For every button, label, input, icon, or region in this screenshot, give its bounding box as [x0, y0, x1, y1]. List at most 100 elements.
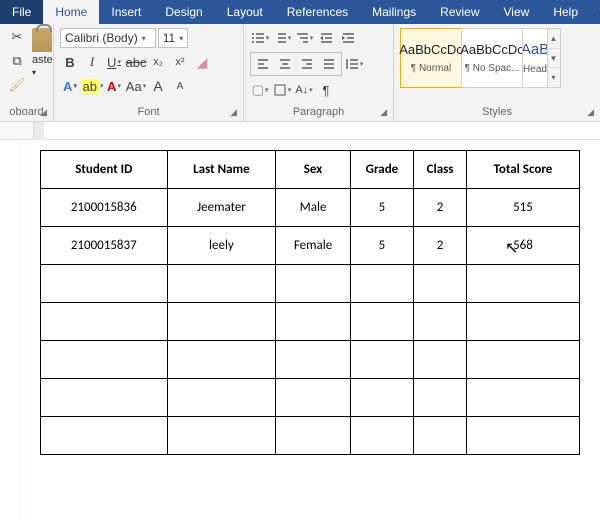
- bold-button[interactable]: B: [60, 52, 80, 72]
- change-case-button[interactable]: Aa: [126, 76, 146, 96]
- table-cell[interactable]: [466, 265, 579, 303]
- style-heading1[interactable]: AaB Head: [522, 28, 548, 88]
- styles-scroll-down[interactable]: ▼: [547, 49, 560, 69]
- italic-button[interactable]: I: [82, 52, 102, 72]
- table-cell[interactable]: [466, 379, 579, 417]
- table-cell[interactable]: [350, 379, 413, 417]
- table-row[interactable]: [41, 303, 580, 341]
- ruler-vertical[interactable]: [0, 140, 34, 520]
- document-area[interactable]: Student IDLast NameSexGradeClassTotal Sc…: [40, 150, 594, 514]
- table-header-cell[interactable]: Student ID: [41, 151, 168, 189]
- table-cell[interactable]: [414, 341, 467, 379]
- table-cell[interactable]: Female: [276, 227, 350, 265]
- tab-layout[interactable]: Layout: [215, 0, 275, 24]
- table-row[interactable]: 2100015837leelyFemale52568: [41, 227, 580, 265]
- table-header-cell[interactable]: Class: [414, 151, 467, 189]
- subscript-button[interactable]: x₂: [148, 52, 168, 72]
- table-cell[interactable]: [41, 341, 168, 379]
- table-cell[interactable]: [276, 379, 350, 417]
- table-row[interactable]: [41, 265, 580, 303]
- table-cell[interactable]: [414, 265, 467, 303]
- table-cell[interactable]: leely: [167, 227, 276, 265]
- font-launcher[interactable]: ◢: [230, 107, 237, 118]
- table-cell[interactable]: [276, 341, 350, 379]
- table-cell[interactable]: 568: [466, 227, 579, 265]
- superscript-button[interactable]: x²: [170, 52, 190, 72]
- format-painter-button[interactable]: 🖌: [6, 74, 28, 96]
- bullets-button[interactable]: [250, 28, 270, 48]
- table-cell[interactable]: [167, 341, 276, 379]
- table-cell[interactable]: [350, 303, 413, 341]
- table-cell[interactable]: 5: [350, 227, 413, 265]
- table-header-cell[interactable]: Sex: [276, 151, 350, 189]
- table-cell[interactable]: [466, 341, 579, 379]
- paste-label[interactable]: aste ▾: [32, 54, 53, 78]
- clear-format-button[interactable]: ◢: [192, 52, 212, 72]
- shading-button[interactable]: ▢: [250, 80, 270, 100]
- sort-button[interactable]: A↓: [294, 80, 314, 100]
- tab-review[interactable]: Review: [428, 0, 491, 24]
- table-cell[interactable]: 2: [414, 189, 467, 227]
- table-cell[interactable]: [466, 417, 579, 455]
- table-cell[interactable]: Jeemater: [167, 189, 276, 227]
- grow-font-button[interactable]: A: [148, 76, 168, 96]
- font-color-button[interactable]: A: [104, 76, 124, 96]
- copy-button[interactable]: ⧉: [6, 50, 28, 72]
- table-cell[interactable]: [414, 303, 467, 341]
- ruler-horizontal[interactable]: [34, 122, 600, 140]
- styles-expand[interactable]: ▾: [547, 68, 560, 87]
- highlight-button[interactable]: ab: [82, 76, 102, 96]
- increase-indent-button[interactable]: [338, 28, 358, 48]
- line-spacing-button[interactable]: [344, 54, 364, 74]
- table-cell[interactable]: [167, 303, 276, 341]
- table-row[interactable]: [41, 341, 580, 379]
- table-cell[interactable]: [41, 265, 168, 303]
- clipboard-launcher[interactable]: ◢: [40, 107, 47, 118]
- table-cell[interactable]: 5: [350, 189, 413, 227]
- table-cell[interactable]: 2: [414, 227, 467, 265]
- style-normal[interactable]: AaBbCcDc ¶ Normal: [400, 28, 462, 88]
- table-header-cell[interactable]: Last Name: [167, 151, 276, 189]
- show-marks-button[interactable]: ¶: [316, 80, 336, 100]
- table-cell[interactable]: [167, 265, 276, 303]
- underline-button[interactable]: U: [104, 52, 124, 72]
- strike-button[interactable]: abc: [126, 52, 146, 72]
- table-cell[interactable]: [350, 417, 413, 455]
- table-cell[interactable]: Male: [276, 189, 350, 227]
- table-header-cell[interactable]: Grade: [350, 151, 413, 189]
- align-right-button[interactable]: [296, 54, 318, 74]
- tab-home[interactable]: Home: [43, 0, 99, 24]
- cut-button[interactable]: ✂: [6, 26, 28, 48]
- styles-scroll-up[interactable]: ▲: [547, 29, 560, 49]
- table-cell[interactable]: [41, 379, 168, 417]
- tab-design[interactable]: Design: [153, 0, 214, 24]
- tell-me-icon[interactable]: 💡: [590, 0, 600, 24]
- tab-insert[interactable]: Insert: [99, 0, 153, 24]
- table-cell[interactable]: 2100015836: [41, 189, 168, 227]
- table-row[interactable]: [41, 379, 580, 417]
- tab-view[interactable]: View: [492, 0, 542, 24]
- styles-launcher[interactable]: ◢: [587, 107, 594, 118]
- shrink-font-button[interactable]: A: [170, 76, 190, 96]
- table-row[interactable]: [41, 417, 580, 455]
- tab-mailings[interactable]: Mailings: [360, 0, 428, 24]
- table-cell[interactable]: [167, 417, 276, 455]
- student-table[interactable]: Student IDLast NameSexGradeClassTotal Sc…: [40, 150, 580, 455]
- numbering-button[interactable]: [272, 28, 292, 48]
- font-size-combo[interactable]: 11▾: [158, 28, 188, 48]
- table-row[interactable]: 2100015836JeematerMale52515: [41, 189, 580, 227]
- align-center-button[interactable]: [274, 54, 296, 74]
- table-cell[interactable]: [167, 379, 276, 417]
- table-cell[interactable]: [350, 341, 413, 379]
- style-no-spacing[interactable]: AaBbCcDc ¶ No Spac...: [461, 28, 523, 88]
- paragraph-launcher[interactable]: ◢: [380, 107, 387, 118]
- multilevel-button[interactable]: [294, 28, 314, 48]
- text-effects-button[interactable]: A: [60, 76, 80, 96]
- table-header-cell[interactable]: Total Score: [466, 151, 579, 189]
- table-cell[interactable]: [41, 303, 168, 341]
- table-cell[interactable]: [276, 265, 350, 303]
- align-left-button[interactable]: [252, 54, 274, 74]
- table-cell[interactable]: [276, 417, 350, 455]
- tab-references[interactable]: References: [275, 0, 360, 24]
- font-name-combo[interactable]: Calibri (Body)▾: [60, 28, 156, 48]
